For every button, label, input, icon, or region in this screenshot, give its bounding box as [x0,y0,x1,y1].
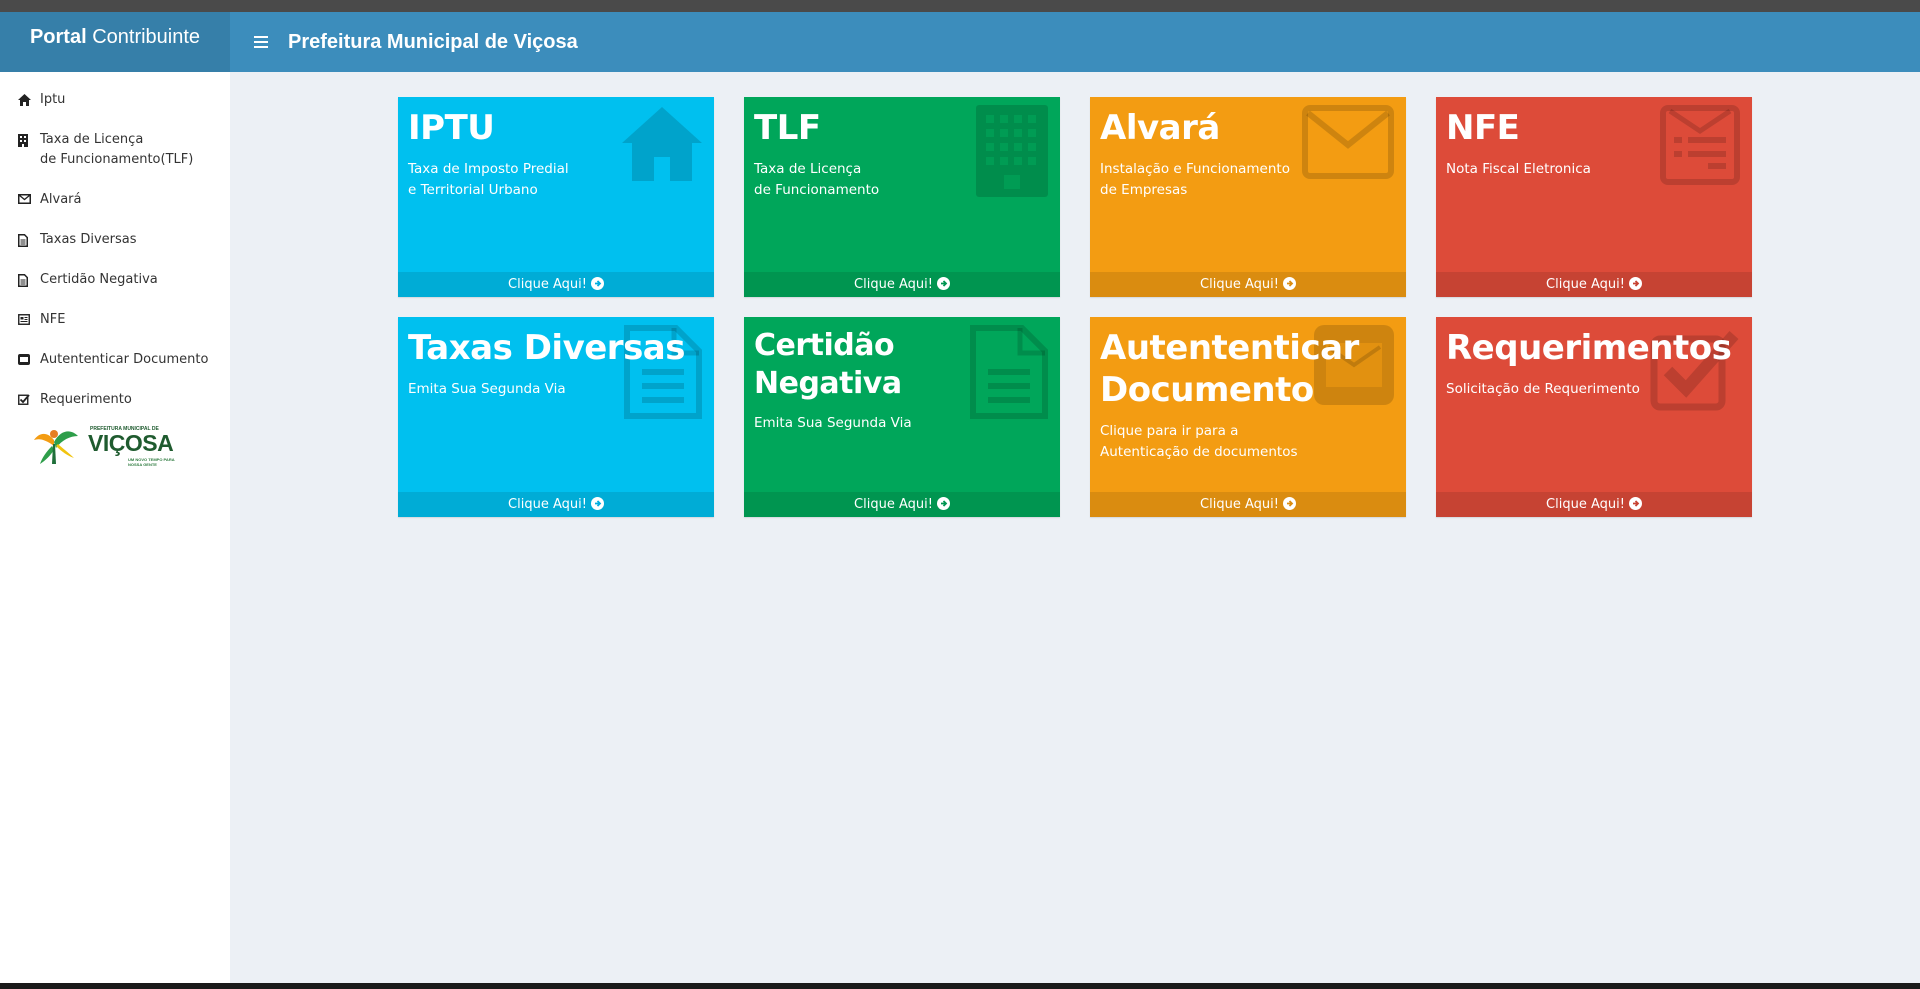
card-iptu: IPTU Taxa de Imposto Predial e Territori… [398,97,714,297]
sidebar: Iptu Taxa de Licença de Funcionamento(TL… [0,72,230,983]
card-link-label: Clique Aqui! [508,497,587,512]
card-title: Certidão Negativa [754,328,902,401]
card-taxas-diversas: Taxas Diversas Emita Sua Segunda Via Cli… [398,317,714,517]
sidebar-item-label: NFE [40,312,66,327]
sidebar-item-alvara[interactable]: Alvará [0,180,230,220]
sidebar-item-label: Taxas Diversas [40,232,137,247]
card-link-taxas-diversas[interactable]: Clique Aqui! [398,492,714,517]
card-title: NFE [1446,108,1520,148]
browser-chrome-strip [0,0,1920,12]
card-link-label: Clique Aqui! [1200,497,1279,512]
portal-logo[interactable]: Portal Contribuinte [0,12,230,72]
vicosa-logo[interactable]: PREFEITURA MUNICIPAL DE VIÇOSA UM NOVO T… [32,420,188,470]
card-title: Alvará [1100,108,1220,148]
card-description: Emita Sua Segunda Via [754,415,912,431]
card-title: Autententicar Documento [1100,328,1359,410]
card-description: Nota Fiscal Eletronica [1446,161,1591,177]
card-title: Taxas Diversas [408,328,686,368]
logo-bold-text: Portal [29,26,87,48]
card-description: Solicitação de Requerimento [1446,381,1640,397]
card-description: Clique para ir para a Autenticação de do… [1100,423,1298,460]
arrow-circle-right-icon [590,497,604,510]
card-link-label: Clique Aqui! [508,277,587,292]
card-description: Instalação e Funcionamento de Empresas [1100,161,1290,198]
card-link-label: Clique Aqui! [1546,277,1625,292]
arrow-circle-right-icon [1628,497,1642,510]
card-description: Taxa de Licença de Funcionamento [754,161,880,198]
sidebar-item-label: Taxa de Licença de Funcionamento(TLF) [40,132,194,167]
card-link-tlf[interactable]: Clique Aqui! [744,272,1060,297]
sidebar-item-certidao-negativa[interactable]: Certidão Negativa [0,260,230,300]
sidebar-item-tlf[interactable]: Taxa de Licença de Funcionamento(TLF) [0,120,230,180]
card-link-autenticar-documento[interactable]: Clique Aqui! [1090,492,1406,517]
card-link-alvara[interactable]: Clique Aqui! [1090,272,1406,297]
file-text-icon [18,230,40,247]
newspaper-icon [18,310,40,325]
logo-big-text: VIÇOSA [88,430,174,456]
card-link-nfe[interactable]: Clique Aqui! [1436,272,1752,297]
arrow-circle-right-icon [936,277,950,290]
sidebar-item-requerimento[interactable]: Requerimento [0,380,230,420]
menu-toggle-icon[interactable] [240,12,282,72]
card-requerimentos: Requerimentos Solicitação de Requeriment… [1436,317,1752,517]
card-nfe: NFE Nota Fiscal Eletronica Clique Aqui! [1436,97,1752,297]
sidebar-item-label: Alvará [40,192,82,207]
building-icon [18,130,40,147]
card-link-requerimentos[interactable]: Clique Aqui! [1436,492,1752,517]
sidebar-item-label: Certidão Negativa [40,272,158,287]
sidebar-item-taxas-diversas[interactable]: Taxas Diversas [0,220,230,260]
envelope-icon [18,190,40,204]
card-alvara: Alvará Instalação e Funcionamento de Emp… [1090,97,1406,297]
page-title: Prefeitura Municipal de Viçosa [288,30,578,53]
main-content: IPTU Taxa de Imposto Predial e Territori… [230,72,1920,983]
logo-tagline-text: UM NOVO TEMPO PARA NOSSA GENTE [128,457,175,467]
sidebar-item-label: Autententicar Documento [40,352,209,367]
card-certidao-negativa: Certidão Negativa Emita Sua Segunda Via … [744,317,1060,517]
arrow-circle-right-icon [590,277,604,290]
sidebar-item-label: Iptu [40,92,66,107]
card-link-label: Clique Aqui! [1546,497,1625,512]
sidebar-item-nfe[interactable]: NFE [0,300,230,340]
sidebar-item-iptu[interactable]: Iptu [0,80,230,120]
card-tlf: TLF Taxa de Licença de Funcionamento Cli… [744,97,1060,297]
sidebar-item-autenticar-documento[interactable]: Autententicar Documento [0,340,230,380]
top-navbar: Prefeitura Municipal de Viçosa [230,12,1920,72]
arrow-circle-right-icon [1282,497,1296,510]
inbox-icon [18,350,40,365]
card-link-label: Clique Aqui! [854,277,933,292]
arrow-circle-right-icon [936,497,950,510]
card-link-iptu[interactable]: Clique Aqui! [398,272,714,297]
card-autenticar-documento: Autententicar Documento Clique para ir p… [1090,317,1406,517]
home-icon [18,90,40,106]
card-title: IPTU [408,108,495,148]
arrow-circle-right-icon [1282,277,1296,290]
card-title: TLF [754,108,821,148]
arrow-circle-right-icon [1628,277,1642,290]
sidebar-item-label: Requerimento [40,392,132,407]
check-square-icon [18,390,40,405]
file-text-icon [18,270,40,287]
card-description: Emita Sua Segunda Via [408,381,566,397]
card-description: Taxa de Imposto Predial e Territorial Ur… [408,161,569,198]
card-link-label: Clique Aqui! [1200,277,1279,292]
card-link-certidao-negativa[interactable]: Clique Aqui! [744,492,1060,517]
card-link-label: Clique Aqui! [854,497,933,512]
card-title: Requerimentos [1446,328,1732,368]
logo-rest-text: Contribuinte [86,26,201,48]
service-grid: IPTU Taxa de Imposto Predial e Territori… [398,97,1752,517]
bottom-edge [0,983,1920,989]
